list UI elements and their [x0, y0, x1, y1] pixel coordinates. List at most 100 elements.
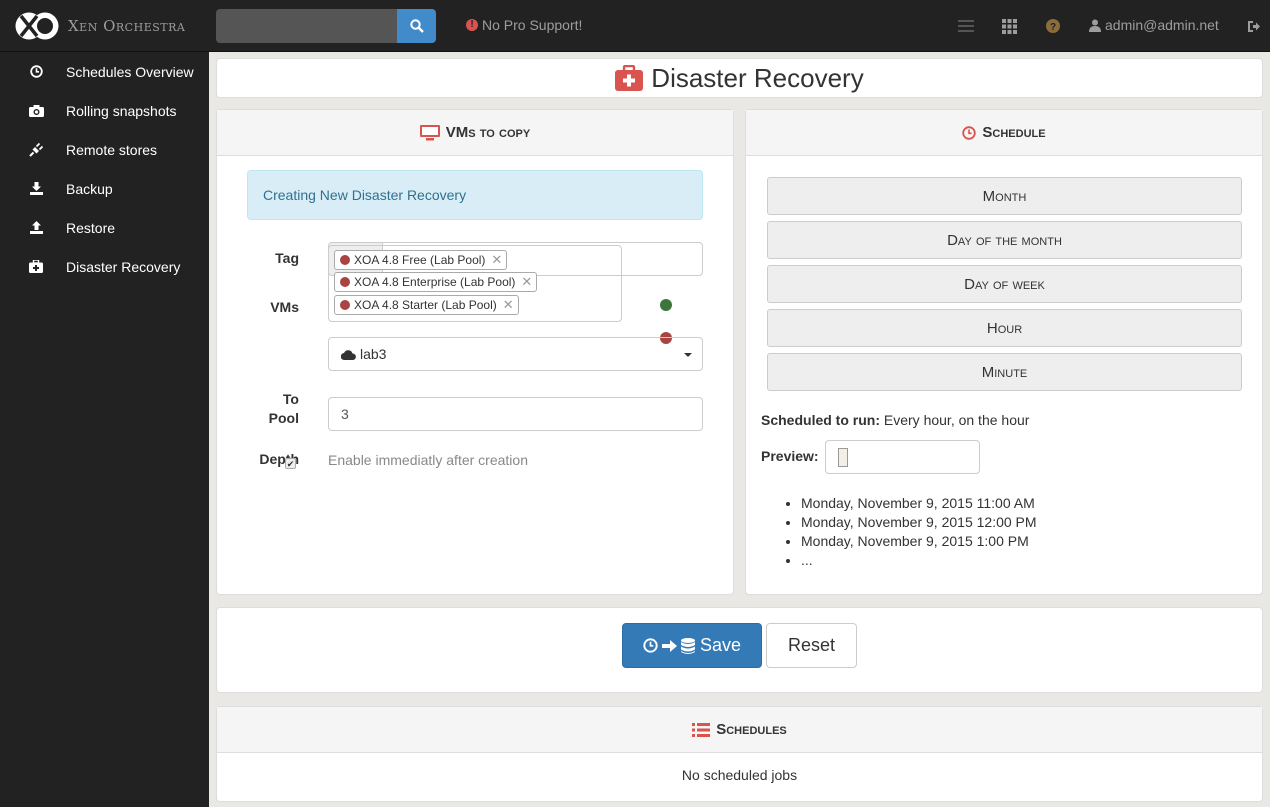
- depth-input[interactable]: 3: [328, 397, 703, 431]
- preview-label: Preview:: [761, 448, 819, 464]
- sidebar-item-label: Remote stores: [66, 141, 158, 158]
- preview-list: Monday, November 9, 2015 11:00 AM Monday…: [801, 494, 1037, 570]
- schedules-panel-title: Schedules: [716, 721, 787, 738]
- scheduled-to-run: Scheduled to run: Every hour, on the hou…: [761, 412, 1029, 428]
- preview-item: Monday, November 9, 2015 11:00 AM: [801, 494, 1037, 513]
- preview-item: Monday, November 9, 2015 1:00 PM: [801, 532, 1037, 551]
- minute-button[interactable]: Minute: [767, 353, 1242, 391]
- sidebar-item-backup[interactable]: Backup: [0, 169, 209, 208]
- user-email: admin@admin.net: [1105, 17, 1219, 33]
- sign-out-icon[interactable]: [1247, 17, 1261, 35]
- spinner-icon: [838, 448, 848, 467]
- day-of-month-button[interactable]: Day of the month: [767, 221, 1242, 259]
- medkit-icon: [615, 65, 644, 91]
- grid-icon[interactable]: [1002, 17, 1017, 35]
- save-button[interactable]: Save: [622, 623, 762, 668]
- sidebar-item-restore[interactable]: Restore: [0, 208, 209, 247]
- actions-panel: Save Reset: [216, 607, 1263, 693]
- caret-down-icon: [684, 353, 692, 357]
- vm-chip: XOA 4.8 Starter (Lab Pool) ✕: [334, 295, 519, 315]
- page-title-panel: Disaster Recovery: [216, 58, 1263, 98]
- vm-halted-status-icon: [340, 255, 350, 265]
- pool-select-value: lab3: [360, 346, 387, 362]
- vms-multiselect[interactable]: XOA 4.8 Free (Lab Pool) ✕ XOA 4.8 Enterp…: [328, 245, 622, 322]
- plug-icon: [18, 142, 54, 157]
- clock-icon: [18, 65, 54, 78]
- brand-name: Xen Orchestra: [68, 17, 186, 35]
- page-title: Disaster Recovery: [651, 62, 864, 93]
- arrow-right-icon: [661, 639, 677, 652]
- enable-checkbox[interactable]: ✔: [285, 458, 296, 469]
- enable-checkbox-label: Enable immediatly after creation: [328, 452, 528, 468]
- pool-select[interactable]: lab3: [328, 337, 703, 371]
- to-label: To: [282, 391, 299, 407]
- tasks-icon[interactable]: [958, 17, 974, 35]
- search-input[interactable]: [216, 9, 398, 43]
- sidebar-item-label: Rolling snapshots: [66, 102, 177, 119]
- vm-chip: XOA 4.8 Enterprise (Lab Pool) ✕: [334, 272, 538, 292]
- download-icon: [18, 182, 54, 195]
- schedules-panel: Schedules No scheduled jobs: [216, 706, 1263, 802]
- vm-chip-label: XOA 4.8 Free (Lab Pool): [354, 253, 486, 267]
- camera-icon: [18, 104, 54, 117]
- sidebar-item-schedules-overview[interactable]: Schedules Overview: [0, 52, 209, 91]
- sidebar-item-label: Backup: [66, 180, 113, 197]
- xo-logo-icon: [14, 11, 60, 41]
- schedules-panel-heading: Schedules: [217, 707, 1262, 753]
- vms-panel-title: VMs to copy: [445, 124, 531, 141]
- svg-text:?: ?: [1050, 22, 1056, 33]
- scheduled-value: Every hour, on the hour: [883, 412, 1030, 428]
- schedule-panel-title: Schedule: [982, 124, 1046, 141]
- month-button[interactable]: Month: [767, 177, 1242, 215]
- reset-button[interactable]: Reset: [766, 623, 857, 668]
- preview-count-input[interactable]: [825, 440, 980, 474]
- sidebar-item-remote-stores[interactable]: Remote stores: [0, 130, 209, 169]
- vms-label: VMs: [270, 299, 299, 315]
- desktop-icon: [419, 124, 440, 141]
- vm-halted-status-icon: [340, 277, 350, 287]
- list-icon: [692, 722, 711, 737]
- pool-label: Pool: [268, 410, 299, 426]
- exclamation-circle-icon: !: [466, 19, 478, 31]
- no-scheduled-jobs: No scheduled jobs: [681, 767, 798, 783]
- vms-to-copy-panel: VMs to copy Creating New Disaster Recove…: [216, 109, 734, 595]
- schedule-panel: Schedule Month Day of the month Day of w…: [745, 109, 1263, 595]
- sidebar-item-disaster-recovery[interactable]: Disaster Recovery: [0, 247, 209, 286]
- remove-icon[interactable]: ✕: [521, 274, 532, 290]
- tag-label: Tag: [275, 250, 299, 266]
- creating-alert: Creating New Disaster Recovery: [247, 170, 703, 220]
- user-menu[interactable]: admin@admin.net: [1089, 17, 1219, 33]
- vms-panel-heading: VMs to copy: [217, 110, 733, 156]
- search-button[interactable]: [397, 9, 436, 43]
- sidebar: Schedules Overview Rolling snapshots Rem…: [0, 52, 209, 807]
- vm-chip-label: XOA 4.8 Starter (Lab Pool): [354, 298, 497, 312]
- no-pro-support-label: No Pro Support!: [482, 17, 583, 33]
- sidebar-item-label: Schedules Overview: [66, 63, 194, 80]
- search-icon: [409, 19, 424, 33]
- schedule-panel-heading: Schedule: [746, 110, 1262, 156]
- sidebar-item-label: Disaster Recovery: [66, 258, 181, 275]
- day-of-week-button[interactable]: Day of week: [767, 265, 1242, 303]
- help-icon[interactable]: ?: [1046, 17, 1060, 35]
- database-icon: [680, 637, 695, 654]
- running-status-icon: [660, 299, 672, 311]
- hour-button[interactable]: Hour: [767, 309, 1242, 347]
- vm-chip-label: XOA 4.8 Enterprise (Lab Pool): [354, 275, 516, 289]
- vm-chip: XOA 4.8 Free (Lab Pool) ✕: [334, 250, 508, 270]
- vm-halted-status-icon: [340, 300, 350, 310]
- remove-icon[interactable]: ✕: [491, 252, 502, 268]
- no-pro-support-notice[interactable]: ! No Pro Support!: [466, 17, 582, 33]
- clock-icon: [962, 125, 977, 140]
- sidebar-item-label: Restore: [66, 219, 116, 236]
- brand[interactable]: Xen Orchestra: [14, 9, 185, 43]
- scheduled-label: Scheduled to run:: [761, 412, 880, 428]
- cloud-icon: [341, 349, 356, 360]
- remove-icon[interactable]: ✕: [503, 297, 514, 313]
- sidebar-item-rolling-snapshots[interactable]: Rolling snapshots: [0, 91, 209, 130]
- user-icon: [1089, 19, 1101, 32]
- preview-item: ...: [801, 551, 1037, 570]
- medkit-icon: [18, 260, 54, 273]
- top-navbar: Xen Orchestra ! No Pro Support! ? admin@…: [0, 0, 1270, 52]
- alert-text: Creating New Disaster Recovery: [263, 187, 467, 203]
- upload-icon: [18, 221, 54, 234]
